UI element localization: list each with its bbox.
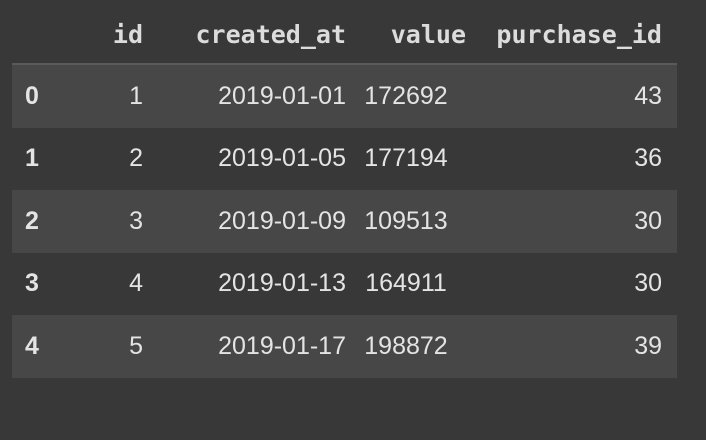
table-row: 1 2 2019-01-05 177194 36: [12, 127, 677, 190]
header-row: id created_at value purchase_id: [12, 6, 677, 65]
cell-id: 5: [129, 331, 143, 360]
table-header: id created_at value purchase_id: [12, 6, 677, 65]
row-index: 2: [25, 206, 39, 235]
table-row: 2 3 2019-01-09 109513 30: [12, 190, 677, 253]
row-index: 0: [25, 81, 39, 110]
cell-created-at: 2019-01-13: [218, 269, 346, 298]
column-header-purchase-id: purchase_id: [466, 6, 677, 65]
column-header-value: value: [346, 6, 466, 65]
cell-purchase-id: 36: [634, 144, 662, 173]
cell-id: 2: [129, 144, 143, 173]
cell-purchase-id: 30: [634, 269, 662, 298]
cell-created-at: 2019-01-17: [218, 331, 346, 360]
table-row: 4 5 2019-01-17 198872 39: [12, 315, 677, 378]
cell-created-at: 2019-01-05: [218, 144, 346, 173]
cell-id: 1: [129, 81, 143, 110]
column-header-id: id: [71, 6, 143, 65]
table-row: 3 4 2019-01-13 164911 30: [12, 252, 677, 315]
cell-value: 164911: [365, 269, 447, 298]
column-header-created-at: created_at: [143, 6, 346, 65]
dataframe-table: id created_at value purchase_id 0 1 2019…: [12, 6, 677, 378]
cell-id: 3: [129, 206, 143, 235]
cell-value: 177194: [364, 144, 448, 173]
index-header: [12, 6, 71, 65]
row-index: 4: [25, 331, 39, 360]
cell-output-area: id created_at value purchase_id 0 1 2019…: [0, 0, 706, 440]
cell-created-at: 2019-01-01: [218, 81, 346, 110]
cell-purchase-id: 43: [634, 81, 662, 110]
row-index: 1: [25, 144, 39, 173]
cell-value: 172692: [364, 81, 448, 110]
table-row: 0 1 2019-01-01 172692 43: [12, 64, 677, 128]
cell-created-at: 2019-01-09: [218, 206, 346, 235]
cell-id: 4: [129, 269, 143, 298]
cell-value: 198872: [364, 331, 448, 360]
cell-purchase-id: 30: [634, 206, 662, 235]
table-body: 0 1 2019-01-01 172692 43 1 2 2019-01-05 …: [12, 64, 677, 378]
cell-purchase-id: 39: [634, 331, 662, 360]
row-index: 3: [25, 269, 39, 298]
cell-value: 109513: [364, 206, 448, 235]
